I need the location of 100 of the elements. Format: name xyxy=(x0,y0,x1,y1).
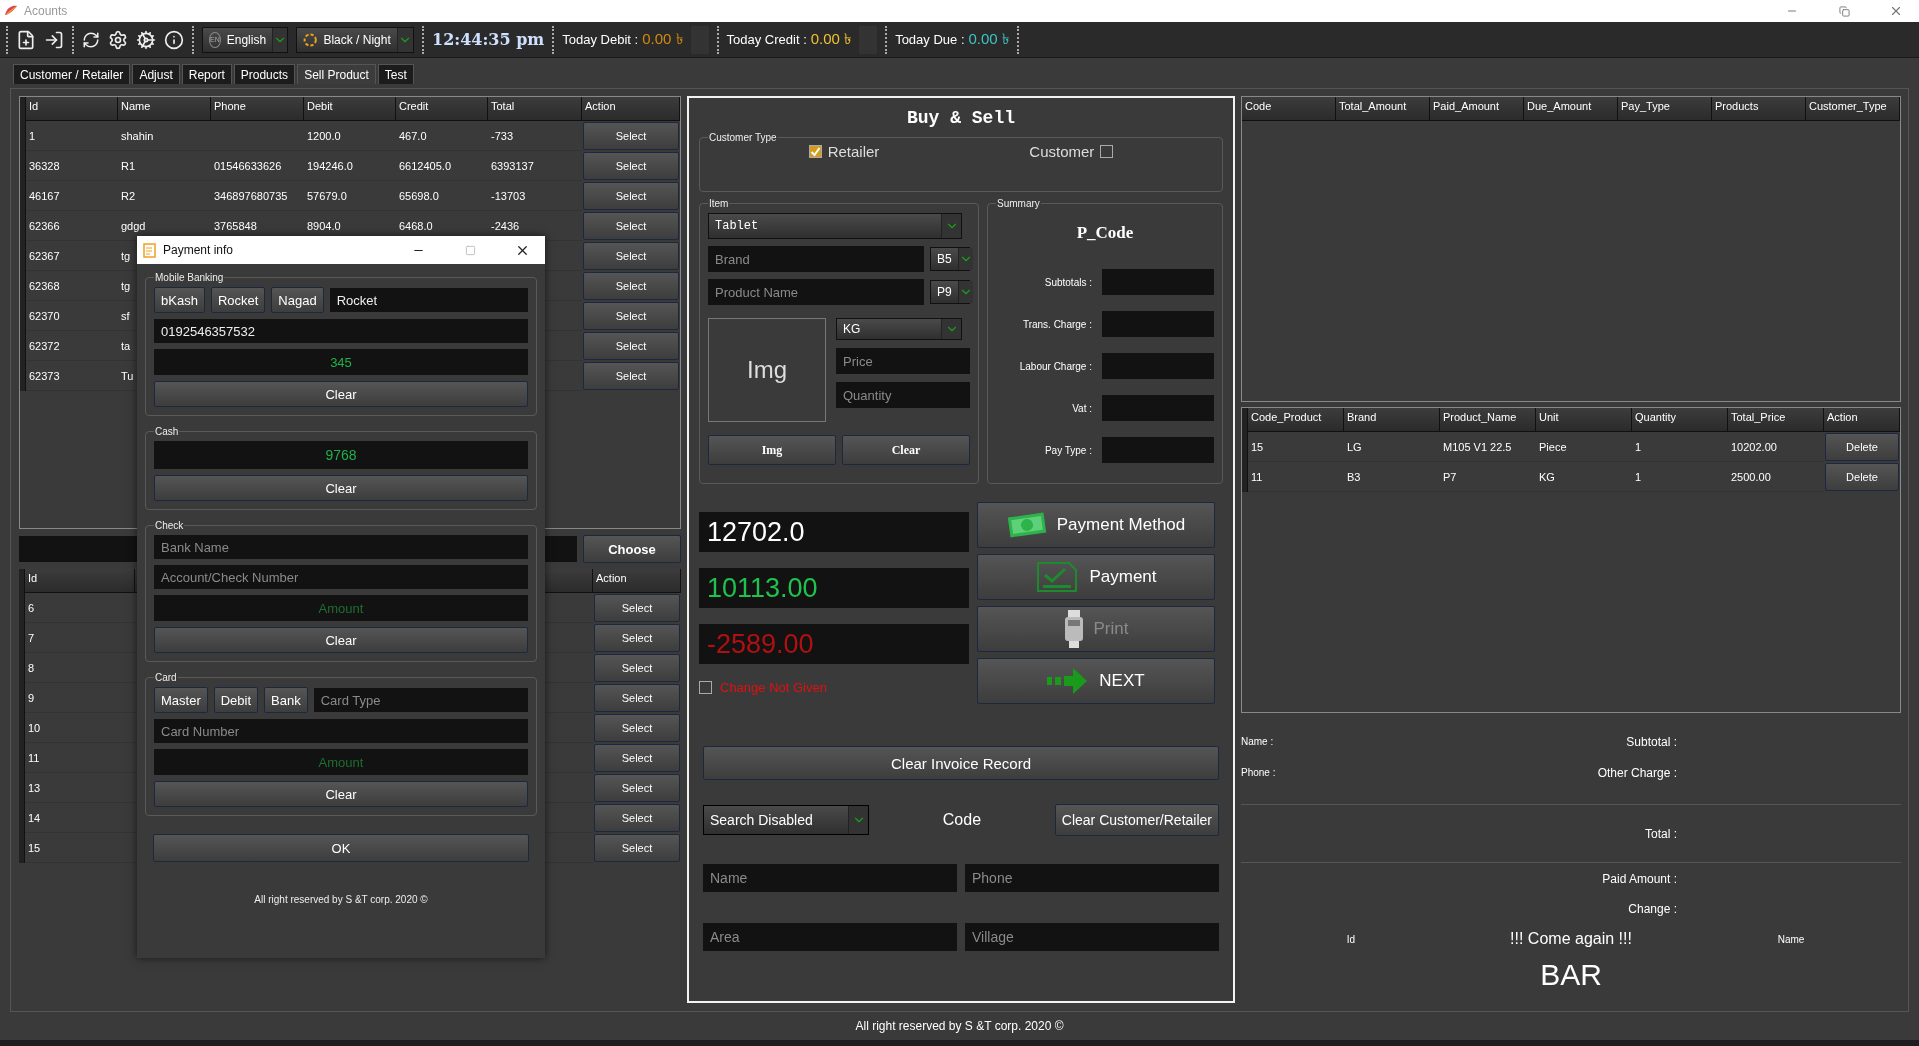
select-button[interactable]: Select xyxy=(583,242,679,270)
card-type-button[interactable]: Master xyxy=(154,687,208,713)
summary-label: Pay Type : xyxy=(1043,444,1092,456)
provider-button[interactable]: bKash xyxy=(154,287,205,313)
select-button[interactable]: Select xyxy=(583,302,679,330)
tab[interactable]: Report xyxy=(181,64,232,84)
card-type-button[interactable]: Debit xyxy=(213,687,259,713)
select-button[interactable]: Select xyxy=(594,834,680,862)
amount-field[interactable]: Amount xyxy=(154,595,528,621)
card-type-button[interactable]: Bank xyxy=(264,687,308,713)
card-type-field[interactable]: Card Type xyxy=(313,688,528,712)
clear-button[interactable]: Clear xyxy=(154,781,528,807)
ok-button[interactable]: OK xyxy=(153,834,529,862)
clear-button[interactable]: Clear xyxy=(154,627,528,653)
amount-field[interactable]: 345 xyxy=(154,349,528,375)
tab[interactable]: Sell Product xyxy=(297,64,376,84)
select-button[interactable]: Select xyxy=(594,624,680,652)
select-button[interactable]: Select xyxy=(594,744,680,772)
item-button[interactable]: Img xyxy=(708,435,836,465)
bank-name-field[interactable]: Bank Name xyxy=(154,535,528,559)
phone-number-field[interactable]: 0192546357532 xyxy=(154,319,528,343)
product-name-field[interactable]: Product Name xyxy=(708,279,924,305)
card-terminal-icon xyxy=(1063,610,1084,648)
account-number-field[interactable]: Account/Check Number xyxy=(154,565,528,589)
cog-icon[interactable] xyxy=(136,29,156,50)
refresh-icon[interactable] xyxy=(82,30,100,49)
select-button[interactable]: Select xyxy=(594,594,680,622)
table-cell: 62366 xyxy=(26,211,118,241)
amount-field[interactable]: Amount xyxy=(154,749,528,775)
column-header: Quantity xyxy=(1632,408,1728,432)
amount-field[interactable]: 9768 xyxy=(154,441,528,469)
clear-customer-button[interactable]: Clear Customer/Retailer xyxy=(1054,804,1219,836)
customer-field[interactable]: Phone xyxy=(965,864,1219,892)
theme-dropdown[interactable]: Black / Night xyxy=(296,26,414,53)
checkbox[interactable] xyxy=(699,681,712,694)
select-button[interactable]: Select xyxy=(583,362,679,390)
select-button[interactable]: Select xyxy=(583,212,679,240)
product-code-dropdown[interactable]: P9 xyxy=(930,280,970,304)
settings-icon[interactable] xyxy=(108,29,128,50)
table-cell: 6393137 xyxy=(488,151,582,181)
tab[interactable]: Products xyxy=(233,64,296,84)
action-button[interactable]: NEXT xyxy=(977,658,1215,704)
choose-button[interactable]: Choose xyxy=(583,535,681,563)
select-button[interactable]: Select xyxy=(583,332,679,360)
select-button[interactable]: Select xyxy=(583,122,679,150)
customer-field[interactable]: Name xyxy=(703,864,957,892)
brand-field[interactable]: Brand xyxy=(708,246,924,272)
select-button[interactable]: Select xyxy=(594,684,680,712)
select-button[interactable]: Select xyxy=(594,804,680,832)
clear-invoice-button[interactable]: Clear Invoice Record xyxy=(703,746,1219,780)
table-cell: 11 xyxy=(1248,462,1344,492)
action-button[interactable]: Payment Method xyxy=(977,502,1215,548)
delete-button[interactable]: Delete xyxy=(1825,463,1899,491)
price-field[interactable]: Price xyxy=(836,348,970,374)
table-cell: 9 xyxy=(25,683,135,713)
customer-field[interactable]: Area xyxy=(703,923,957,951)
unit-dropdown[interactable]: KG xyxy=(836,318,962,340)
summary-label: Trans. Charge : xyxy=(1021,318,1092,330)
copyright-text: All right reserved by S &T corp. 2020 © xyxy=(855,1019,1064,1033)
select-button[interactable]: Select xyxy=(583,272,679,300)
tab[interactable]: Adjust xyxy=(132,64,180,84)
table-cell: 8 xyxy=(25,653,135,683)
tab[interactable]: Test xyxy=(377,64,414,84)
new-file-icon[interactable] xyxy=(16,29,36,50)
card-number-field[interactable]: Card Number xyxy=(154,719,528,743)
select-button[interactable]: Select xyxy=(594,654,680,682)
sign-in-icon[interactable] xyxy=(44,29,64,50)
action-button[interactable]: Payment xyxy=(977,554,1215,600)
table-cell: 57679.0 xyxy=(304,181,396,211)
checkbox[interactable] xyxy=(808,145,822,158)
search-mode-dropdown[interactable]: Search Disabled xyxy=(703,805,869,835)
summary-field[interactable] xyxy=(1102,437,1214,463)
select-button[interactable]: Select xyxy=(594,774,680,802)
select-button[interactable]: Select xyxy=(594,714,680,742)
provider-field[interactable]: Rocket xyxy=(329,288,528,312)
summary-field[interactable] xyxy=(1102,353,1214,379)
provider-button[interactable]: Nagad xyxy=(271,287,324,313)
summary-field[interactable] xyxy=(1102,269,1214,295)
item-button[interactable]: Clear xyxy=(842,435,970,465)
info-icon[interactable] xyxy=(164,29,184,50)
image-field[interactable]: Img xyxy=(708,318,826,422)
customer-field[interactable]: Village xyxy=(965,923,1219,951)
checkbox[interactable] xyxy=(1100,145,1114,158)
category-dropdown[interactable]: Tablet xyxy=(708,213,962,239)
table-cell: 1 xyxy=(26,121,118,151)
select-button[interactable]: Select xyxy=(583,152,679,180)
quantity-field[interactable]: Quantity xyxy=(836,382,970,408)
table-cell: 13 xyxy=(25,773,135,803)
provider-button[interactable]: Rocket xyxy=(210,287,266,313)
summary-field[interactable] xyxy=(1102,395,1214,421)
column-header: Id xyxy=(25,569,135,593)
group-label: Check xyxy=(154,520,185,531)
clear-button[interactable]: Clear xyxy=(154,475,528,501)
brand-code-dropdown[interactable]: B5 xyxy=(930,247,970,271)
delete-button[interactable]: Delete xyxy=(1825,433,1899,461)
summary-field[interactable] xyxy=(1102,311,1214,337)
clear-button[interactable]: Clear xyxy=(154,381,528,407)
tab[interactable]: Customer / Retailer xyxy=(13,64,131,84)
select-button[interactable]: Select xyxy=(583,182,679,210)
column-header: Brand xyxy=(1344,408,1440,432)
